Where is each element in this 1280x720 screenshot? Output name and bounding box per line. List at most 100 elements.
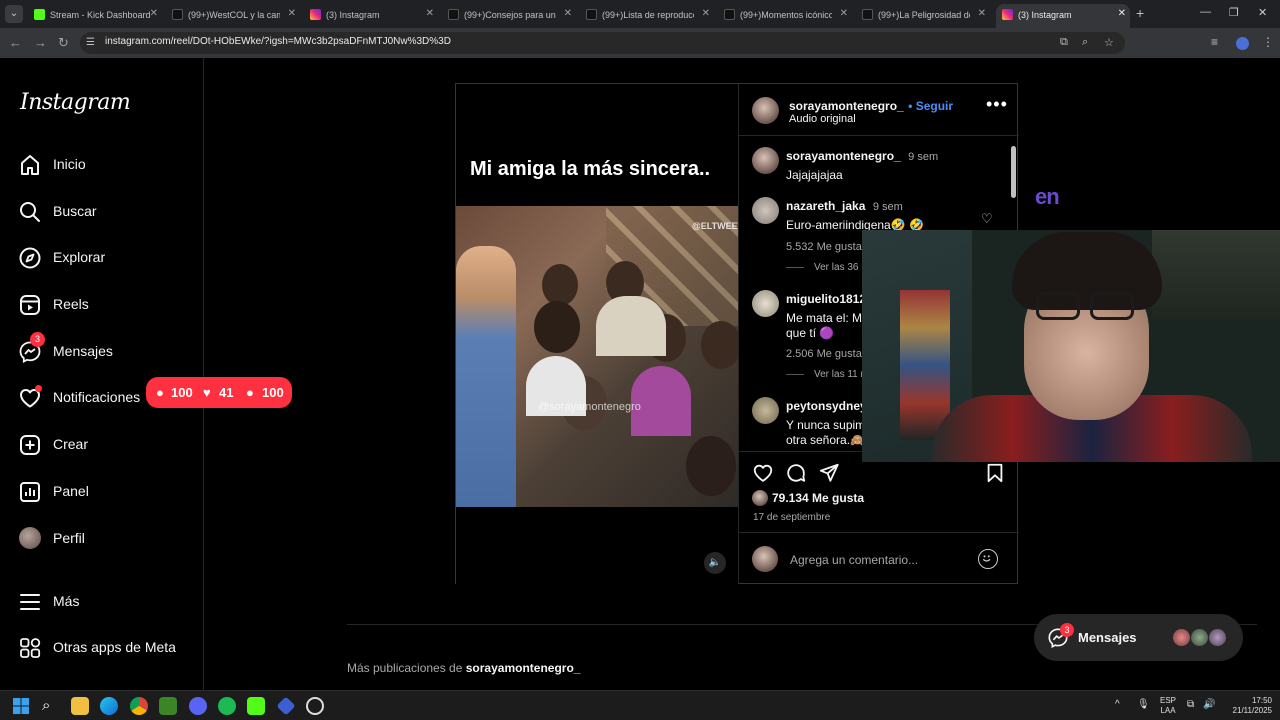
sidebar-item-explorar[interactable]: Explorar (18, 244, 198, 274)
tab-instagram-1[interactable]: (3) Instagram ✕ (304, 4, 438, 28)
view-replies-link[interactable]: Ver las 11 r (786, 369, 864, 380)
sidebar-item-panel[interactable]: Panel (18, 478, 198, 508)
menu-icon (20, 594, 40, 610)
kick-app-icon[interactable] (247, 697, 265, 715)
bookmark-star-icon[interactable]: ☆ (1104, 36, 1114, 49)
messages-pill[interactable]: 3 Mensajes (1034, 614, 1243, 661)
volume-tray-icon[interactable]: 🔊 (1203, 700, 1215, 710)
glasses-left (1036, 292, 1080, 320)
close-icon[interactable]: ✕ (978, 4, 986, 24)
tab-search-button[interactable]: ⌄ (5, 5, 23, 23)
tab-tiktok-1[interactable]: (99+)WestCOL y la camise✕ (166, 4, 300, 28)
like-comment-icon[interactable]: ♡ (981, 211, 993, 227)
taskbar-search-icon[interactable]: ⌕ (42, 697, 60, 715)
tab-tiktok-2[interactable]: (99+)Consejos para un as✕ (442, 4, 576, 28)
close-icon[interactable]: ✕ (426, 4, 434, 24)
heart-filled-icon: ♥ (203, 385, 211, 400)
app-icon[interactable] (276, 696, 296, 716)
tab-instagram-active[interactable]: (3) Instagram ✕ (996, 4, 1130, 28)
media-control-icon[interactable]: ≡ (1211, 35, 1218, 49)
minecraft-icon[interactable] (159, 697, 177, 715)
emoji-icon[interactable] (978, 549, 998, 569)
language-indicator[interactable]: ESP LAA (1160, 696, 1176, 716)
messages-badge: 3 (1060, 623, 1074, 637)
reels-icon (20, 295, 40, 315)
forward-icon[interactable]: → (34, 35, 47, 50)
sidebar-item-reels[interactable]: Reels (18, 291, 198, 321)
view-replies-link[interactable]: Ver las 36 r (786, 262, 865, 273)
reel-video[interactable]: Mi amiga la más sincera.. @sorayamontene… (456, 84, 738, 584)
like-heart-icon[interactable] (752, 462, 774, 484)
site-info-icon[interactable]: ☰ (86, 37, 95, 48)
tab-tiktok-5[interactable]: (99+)La Peligrosidad de E✕ (856, 4, 990, 28)
comment-avatar[interactable] (752, 397, 779, 424)
audio-label[interactable]: Audio original (789, 113, 856, 125)
tab-tiktok-3[interactable]: (99+)Lista de reproducció✕ (580, 4, 714, 28)
comments-scrollbar-thumb[interactable] (1011, 146, 1016, 198)
mic-icon[interactable]: 🎙 (1137, 700, 1150, 710)
comment-bubble-icon: ● (156, 385, 164, 400)
edge-icon[interactable] (100, 697, 118, 715)
clock[interactable]: 17:50 21/11/2025 (1222, 696, 1272, 716)
obs-icon[interactable] (306, 697, 324, 715)
tiktok-icon (586, 9, 597, 21)
tray-chevron-icon[interactable]: ^ (1115, 700, 1120, 710)
like-count[interactable]: 79.134 Me gusta (772, 491, 864, 505)
comment-avatar[interactable] (752, 147, 779, 174)
network-icon[interactable]: ⧉ (1187, 700, 1194, 710)
notifications-summary-pill[interactable]: ● 100 ♥ 41 ● 100 (146, 377, 292, 408)
sidebar-item-crear[interactable]: Crear (18, 431, 198, 461)
windows-start-icon[interactable] (13, 698, 29, 714)
comment-icon[interactable] (785, 462, 807, 484)
sidebar-item-mas[interactable]: Más (18, 588, 198, 618)
cast-icon[interactable]: ⧉ (1060, 36, 1068, 49)
close-icon[interactable]: ✕ (1118, 4, 1126, 24)
close-window-icon[interactable]: ✕ (1258, 6, 1267, 19)
avatar (752, 546, 778, 572)
instagram-logo[interactable]: Instagram (20, 90, 131, 115)
post-actions: 79.134 Me gusta 17 de septiembre (739, 451, 1019, 531)
sidebar-item-inicio[interactable]: Inicio (18, 151, 198, 181)
comment-item: sorayamontenegro_ 9 sem Jajajajajaa (786, 149, 939, 182)
new-tab-button[interactable]: + (1136, 5, 1144, 21)
file-explorer-icon[interactable] (71, 697, 89, 715)
follower-icon: ● (246, 385, 254, 400)
discord-icon[interactable] (189, 697, 207, 715)
save-bookmark-icon[interactable] (984, 462, 1006, 484)
close-icon[interactable]: ✕ (150, 4, 158, 24)
comment-avatar[interactable] (752, 290, 779, 317)
more-options-icon[interactable]: ••• (986, 94, 1008, 115)
sidebar-item-perfil[interactable]: Perfil (18, 525, 198, 555)
spotify-icon[interactable] (218, 697, 236, 715)
sidebar-item-buscar[interactable]: Buscar (18, 198, 198, 228)
url-field[interactable]: ☰ instagram.com/reel/DOt-HObEWke/?igsh=M… (80, 32, 1125, 54)
author-username[interactable]: sorayamontenegro_ (789, 99, 904, 113)
search-icon (20, 202, 40, 222)
instagram-icon (310, 9, 321, 21)
add-comment-bar: Agrega un comentario... (739, 532, 1019, 584)
comment-input[interactable]: Agrega un comentario... (790, 553, 918, 567)
chrome-icon[interactable] (130, 697, 148, 715)
zoom-icon[interactable]: ⌕ (1082, 36, 1088, 49)
sidebar-item-otras-apps[interactable]: Otras apps de Meta (18, 634, 198, 664)
close-icon[interactable]: ✕ (564, 4, 572, 24)
more-posts-username[interactable]: sorayamontenegro_ (466, 661, 581, 675)
minimize-icon[interactable]: — (1200, 6, 1211, 18)
author-avatar[interactable] (752, 97, 779, 124)
sidebar-item-mensajes[interactable]: 3 Mensajes (18, 332, 198, 368)
close-icon[interactable]: ✕ (840, 4, 848, 24)
follow-button[interactable]: • Seguir (908, 99, 953, 113)
back-icon[interactable]: ← (9, 35, 22, 50)
chrome-menu-icon[interactable]: ⋮ (1262, 35, 1274, 49)
profile-avatar[interactable] (1236, 37, 1249, 50)
reload-icon[interactable]: ↻ (58, 35, 69, 51)
restore-icon[interactable]: ❐ (1229, 6, 1239, 19)
tab-kick-dashboard[interactable]: Stream - Kick Dashboard ✕ (28, 4, 162, 28)
comment-avatar[interactable] (752, 197, 779, 224)
close-icon[interactable]: ✕ (702, 4, 710, 24)
streamer-hair (1012, 232, 1162, 310)
volume-icon[interactable]: 🔈 (704, 552, 726, 574)
tab-tiktok-4[interactable]: (99+)Momentos icónicos ✕ (718, 4, 852, 28)
close-icon[interactable]: ✕ (288, 4, 296, 24)
share-icon[interactable] (818, 462, 840, 484)
